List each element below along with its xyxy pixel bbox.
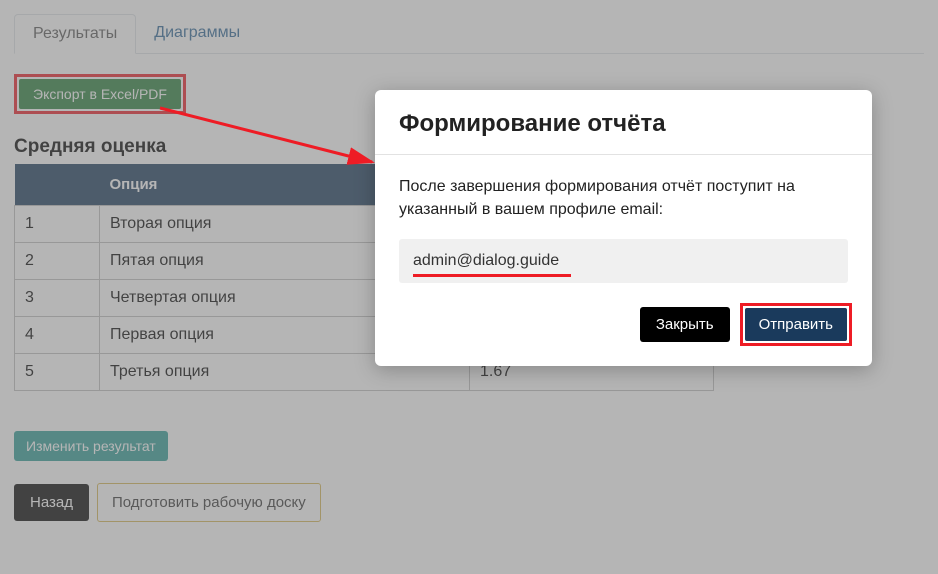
modal-title: Формирование отчёта	[399, 110, 848, 138]
modal-description: После завершения формирования отчёт пост…	[399, 175, 848, 221]
modal-footer: Закрыть Отправить	[375, 289, 872, 366]
email-value: admin@dialog.guide	[413, 252, 559, 269]
submit-button[interactable]: Отправить	[745, 308, 847, 341]
report-modal: Формирование отчёта После завершения фор…	[375, 90, 872, 366]
email-field: admin@dialog.guide	[399, 239, 848, 282]
submit-button-highlight: Отправить	[740, 303, 852, 346]
email-underline-annotation	[413, 274, 571, 277]
modal-header: Формирование отчёта	[375, 90, 872, 155]
modal-body: После завершения формирования отчёт пост…	[375, 155, 872, 289]
close-button[interactable]: Закрыть	[640, 307, 730, 342]
